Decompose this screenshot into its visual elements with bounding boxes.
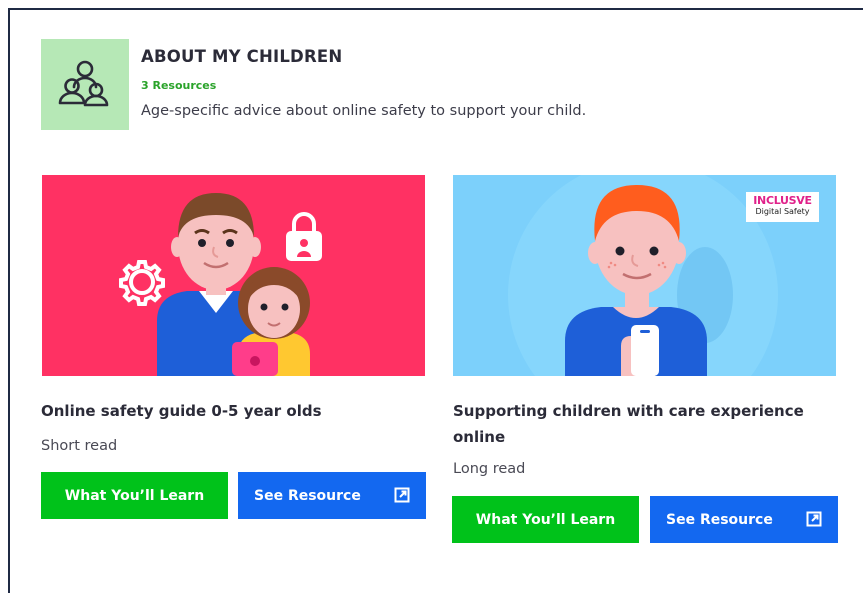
category-icon-box (41, 39, 129, 130)
external-link-icon (806, 511, 822, 527)
badge-subtitle: Digital Safety (755, 207, 810, 216)
lock-icon (286, 212, 322, 261)
button-label: What You’ll Learn (64, 487, 205, 504)
child-illustration (232, 267, 310, 376)
children-group-icon (58, 60, 109, 107)
card-title[interactable]: Online safety guide 0-5 year olds (41, 398, 424, 424)
category-title: ABOUT MY CHILDREN (141, 47, 343, 66)
card-image-parent-child[interactable] (42, 175, 425, 376)
read-time: Short read (41, 438, 118, 454)
button-label: See Resource (254, 487, 361, 504)
gear-icon (119, 260, 165, 306)
button-label: What You’ll Learn (475, 511, 616, 528)
see-resource-button[interactable]: See Resource (650, 496, 838, 543)
what-youll-learn-button[interactable]: What You’ll Learn (452, 496, 639, 543)
inclusive-digital-safety-logo: INCLUSVE Digital Safety (746, 192, 819, 222)
see-resource-button[interactable]: See Resource (238, 472, 426, 519)
what-youll-learn-button[interactable]: What You’ll Learn (41, 472, 228, 519)
badge-brand: INCLUSVE (753, 194, 812, 207)
card-image-boy-with-phone[interactable]: INCLUSVE Digital Safety (453, 175, 836, 376)
read-time: Long read (453, 461, 526, 477)
resource-count: 3 Resources (141, 79, 217, 92)
card-title[interactable]: Supporting children with care experience… (453, 398, 838, 450)
category-description: Age-specific advice about online safety … (141, 103, 587, 119)
external-link-icon (394, 487, 410, 503)
button-label: See Resource (666, 511, 773, 528)
